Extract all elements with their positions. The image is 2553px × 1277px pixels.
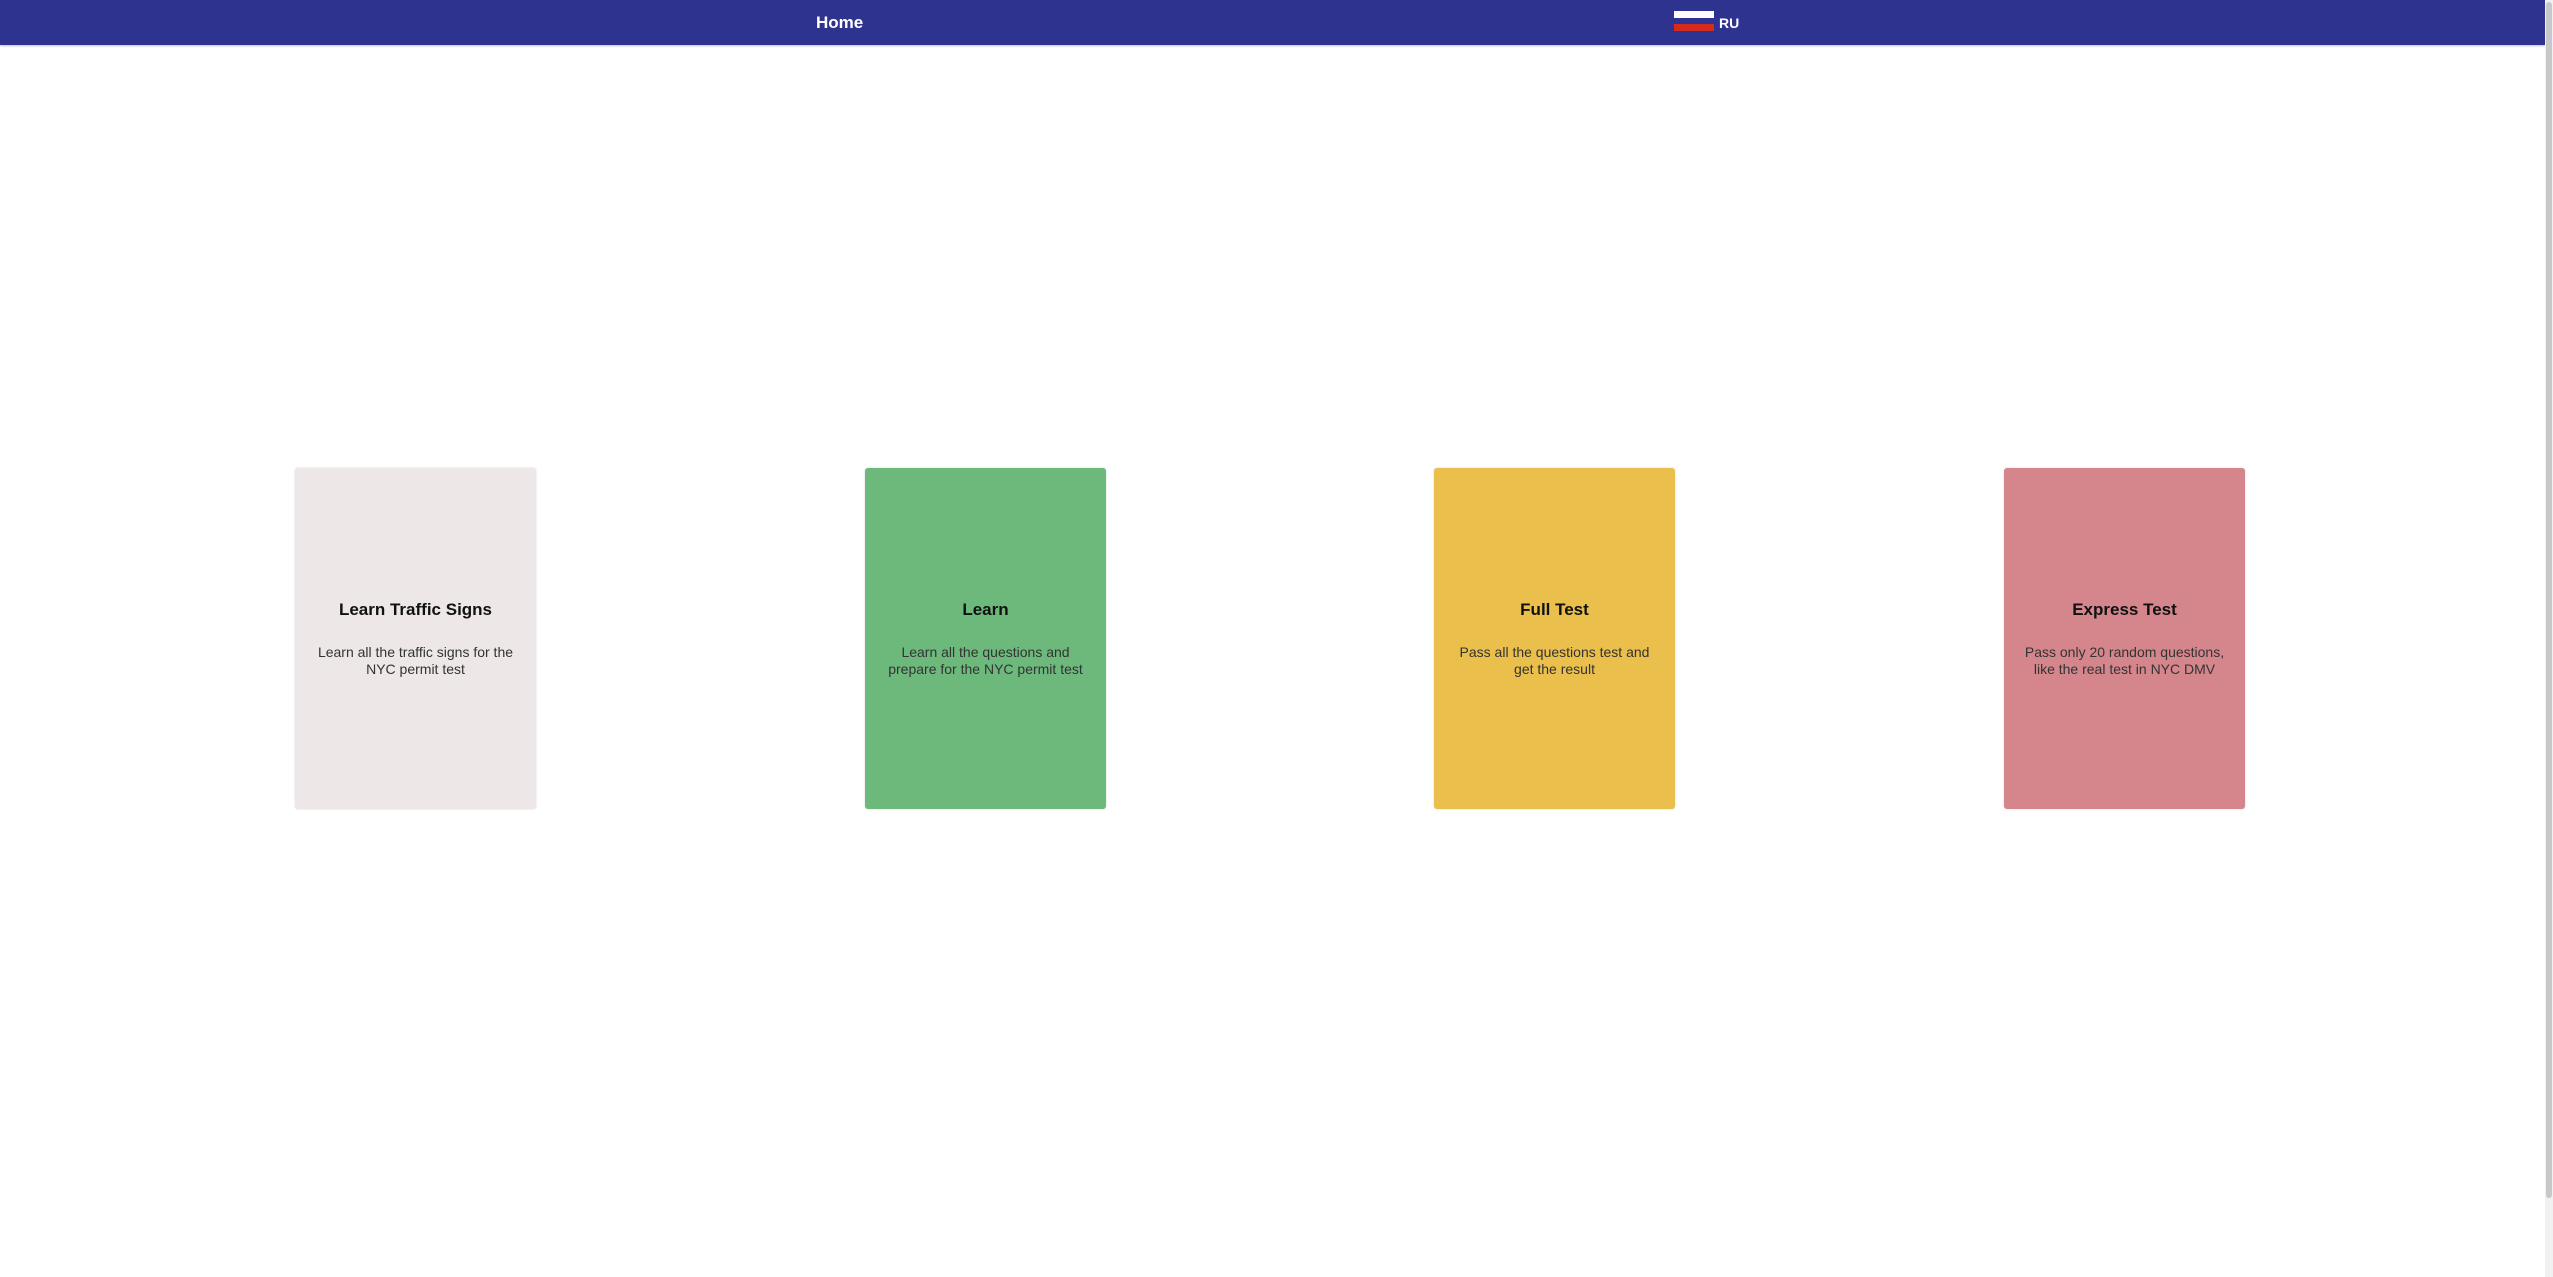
card-title: Learn Traffic Signs: [338, 599, 493, 619]
scrollbar-thumb[interactable]: [2546, 2, 2552, 1198]
card-title: Learn: [962, 599, 1009, 619]
learn-traffic-signs-card[interactable]: Learn Traffic Signs Learn all the traffi…: [295, 468, 536, 809]
top-navbar: Home RU: [0, 0, 2545, 45]
learn-card[interactable]: Learn Learn all the questions and prepar…: [865, 468, 1106, 809]
language-label: RU: [1719, 15, 1740, 31]
full-test-card[interactable]: Full Test Pass all the questions test an…: [1434, 468, 1675, 809]
express-test-card[interactable]: Express Test Pass only 20 random questio…: [2004, 468, 2245, 809]
language-switcher[interactable]: RU: [1674, 11, 1740, 32]
card-description: Learn all the traffic signs for the NYC …: [317, 643, 514, 677]
card-description: Learn all the questions and prepare for …: [888, 643, 1083, 677]
russia-flag-icon: [1674, 11, 1714, 32]
card-description: Pass all the questions test and get the …: [1459, 643, 1650, 677]
vertical-scrollbar[interactable]: [2545, 0, 2553, 1277]
card-title: Full Test: [1520, 599, 1589, 619]
card-title: Express Test: [2072, 599, 2177, 619]
card-description: Pass only 20 random questions, like the …: [2024, 643, 2225, 677]
home-link[interactable]: Home: [816, 12, 863, 34]
